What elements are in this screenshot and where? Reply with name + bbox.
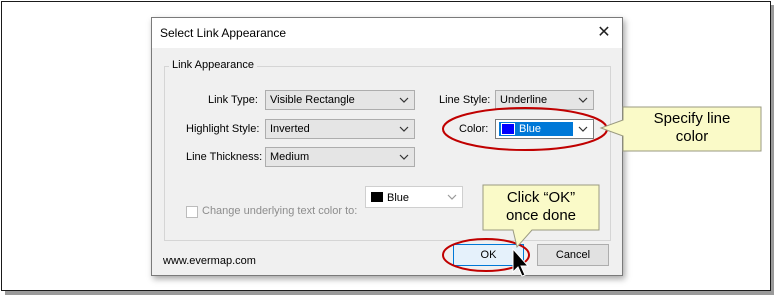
ok-callout-line2: once done [505,207,577,224]
color-callout-line1: Specify line [653,110,731,127]
color-callout-line2: color [675,128,709,145]
color-callout-text: Specify line color [623,110,761,146]
color-highlight-ellipse [442,107,608,151]
ok-callout-line1: Click “OK” [506,189,576,206]
annotation-overlay [442,106,762,277]
ok-callout-text: Click “OK” once done [483,189,599,225]
